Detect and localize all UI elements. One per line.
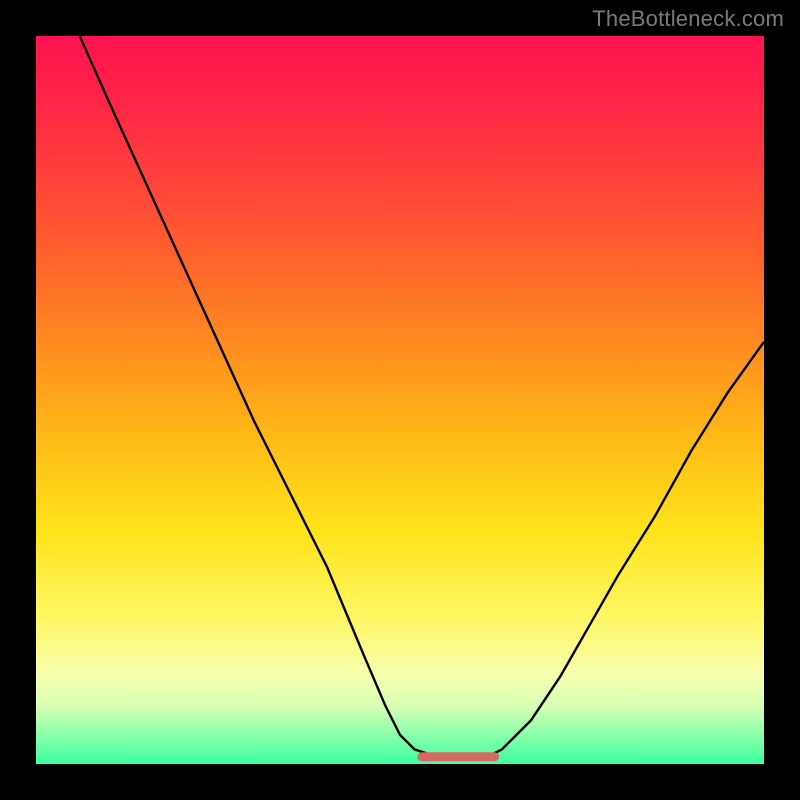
curve-svg: [36, 36, 764, 764]
watermark-text: TheBottleneck.com: [592, 6, 784, 32]
outer-frame: TheBottleneck.com: [0, 0, 800, 800]
gradient-plot-area: [36, 36, 764, 764]
bottleneck-curve: [80, 36, 764, 757]
